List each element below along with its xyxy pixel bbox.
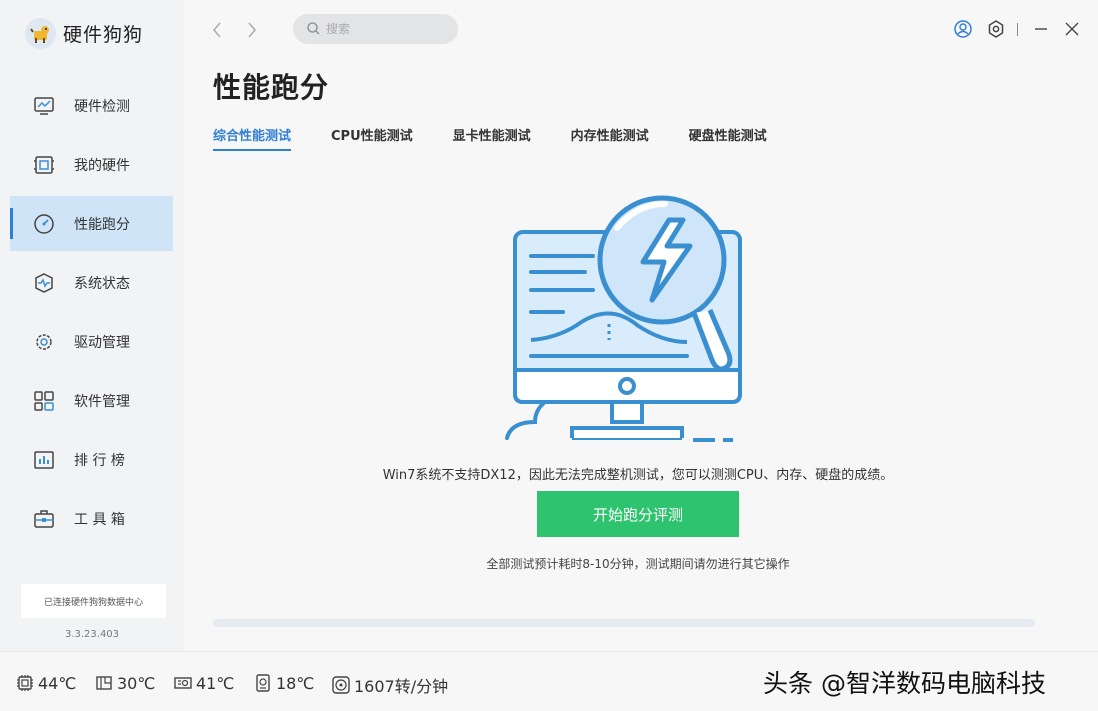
- motherboard-icon: [94, 673, 114, 693]
- duration-hint: 全部测试预计耗时8-10分钟，测试期间请勿进行其它操作: [486, 557, 790, 571]
- forward-arrow-icon[interactable]: [242, 18, 262, 42]
- board-temp-value: 30℃: [117, 673, 156, 693]
- tab-gpu-test[interactable]: 显卡性能测试: [453, 125, 531, 151]
- apps-grid-icon: [32, 389, 56, 413]
- search-box[interactable]: [293, 14, 458, 44]
- sidebar-item-my-hardware[interactable]: 我的硬件: [10, 137, 173, 192]
- sidebar-nav: 硬件检测 我的硬件 性能跑分 系统状态 驱动管理 软件管理 排 行 榜 工 具 …: [10, 78, 173, 550]
- start-benchmark-button[interactable]: 开始跑分评测: [537, 491, 739, 537]
- brand: 硬件狗狗: [25, 18, 143, 49]
- disk-temp: 18℃: [253, 673, 314, 693]
- cpu-temp: 44℃: [15, 673, 76, 693]
- sidebar-item-label: 硬件检测: [74, 98, 130, 115]
- cpu-chip-icon: [15, 673, 35, 693]
- sidebar-item-driver-manage[interactable]: 驱动管理: [10, 314, 173, 369]
- sidebar-item-system-status[interactable]: 系统状态: [10, 255, 173, 310]
- sidebar: 硬件狗狗 硬件检测 我的硬件 性能跑分 系统状态 驱动管理 软件管理 排 行 榜…: [0, 0, 184, 651]
- app-version: 3.3.23.403: [64, 629, 120, 640]
- fan-speed: 1607转/分钟: [331, 673, 448, 697]
- bar-chart-icon: [32, 448, 56, 472]
- gear-icon: [32, 330, 56, 354]
- gpu-temp-value: 41℃: [196, 673, 235, 693]
- page-title: 性能跑分: [213, 71, 330, 104]
- dx12-notice: Win7系统不支持DX12，因此无法完成整机测试，您可以测测CPU、内存、硬盘的…: [382, 468, 894, 483]
- sidebar-item-label: 排 行 榜: [74, 452, 125, 469]
- sidebar-item-software-manage[interactable]: 软件管理: [10, 373, 173, 428]
- monitor-chart-icon: [32, 94, 56, 118]
- board-temp: 30℃: [94, 673, 155, 693]
- fan-speed-value: 1607转/分钟: [354, 677, 449, 696]
- search-input[interactable]: [326, 22, 446, 36]
- heartbeat-icon: [32, 271, 56, 295]
- app-name: 硬件狗狗: [63, 24, 144, 46]
- gpu-card-icon: [173, 673, 193, 693]
- sidebar-item-toolbox[interactable]: 工 具 箱: [10, 491, 173, 546]
- benchmark-illustration: [497, 190, 757, 450]
- fan-icon: [331, 675, 351, 695]
- sidebar-item-performance[interactable]: 性能跑分: [10, 196, 173, 251]
- watermark-text: 头条 @智洋数码电脑科技: [763, 669, 1046, 698]
- cpu-temp-value: 44℃: [38, 673, 77, 693]
- tab-overall-test[interactable]: 综合性能测试: [213, 125, 292, 151]
- search-icon: [307, 20, 320, 39]
- toolbar-divider: [1017, 23, 1018, 36]
- sidebar-item-label: 工 具 箱: [74, 511, 125, 528]
- sidebar-item-label: 性能跑分: [74, 216, 130, 233]
- hardware-board-icon: [32, 153, 56, 177]
- sidebar-item-ranking[interactable]: 排 行 榜: [10, 432, 173, 487]
- sidebar-item-hardware-detect[interactable]: 硬件检测: [10, 78, 173, 133]
- connection-status: 已连接硬件狗狗数据中心: [21, 584, 166, 618]
- sidebar-item-label: 系统状态: [74, 275, 130, 292]
- sidebar-item-label: 我的硬件: [74, 157, 130, 174]
- status-bar: 44℃ 30℃ 41℃ 18℃ 1607转/分钟 头条 @智洋数码电脑科技: [0, 651, 1098, 711]
- gpu-temp: 41℃: [173, 673, 234, 693]
- close-icon[interactable]: [1061, 18, 1083, 40]
- sidebar-item-label: 软件管理: [74, 393, 130, 410]
- tab-disk-test[interactable]: 硬盘性能测试: [689, 125, 767, 151]
- back-arrow-icon[interactable]: [207, 18, 227, 42]
- speedometer-icon: [32, 212, 56, 236]
- toolbox-icon: [32, 507, 56, 531]
- minimize-icon[interactable]: [1030, 18, 1052, 40]
- tab-memory-test[interactable]: 内存性能测试: [571, 125, 649, 151]
- progress-bar: [213, 619, 1035, 627]
- disk-temp-value: 18℃: [276, 673, 315, 693]
- user-icon[interactable]: [952, 18, 974, 40]
- tab-bar: 综合性能测试 CPU性能测试 显卡性能测试 内存性能测试 硬盘性能测试: [213, 125, 807, 151]
- dog-logo-icon: [25, 18, 56, 49]
- sidebar-item-label: 驱动管理: [74, 334, 130, 351]
- tab-cpu-test[interactable]: CPU性能测试: [331, 125, 413, 151]
- settings-icon[interactable]: [985, 18, 1007, 40]
- hard-disk-icon: [253, 673, 273, 693]
